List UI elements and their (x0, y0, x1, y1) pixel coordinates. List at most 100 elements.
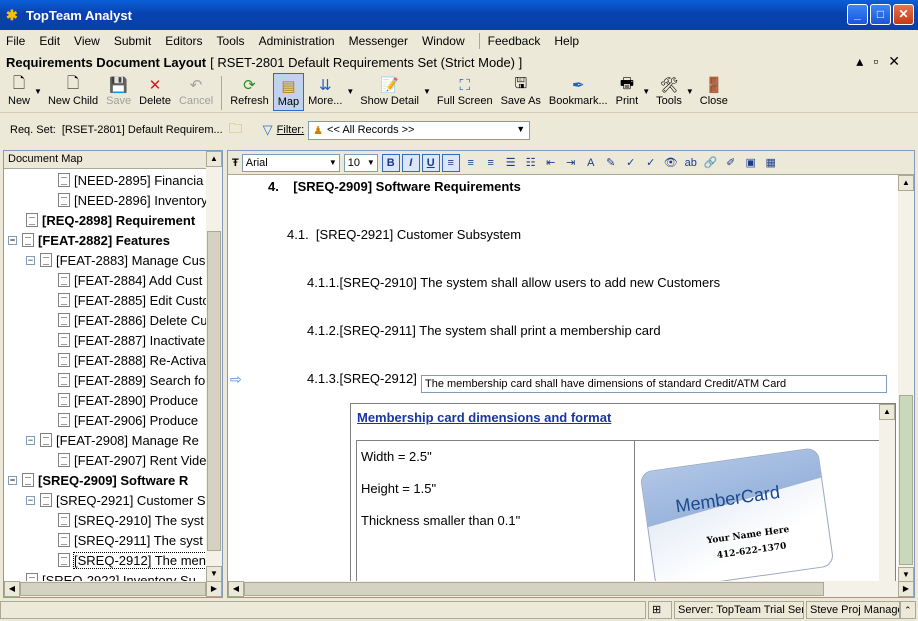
req-set-value[interactable]: [RSET-2801] Default Requirem... (62, 124, 223, 136)
tree-item[interactable]: [NEED-2896] Inventory (58, 190, 207, 210)
minimize-button[interactable]: _ (847, 4, 868, 25)
collapse-toggle-icon[interactable]: − (26, 255, 35, 265)
numbered-list-icon[interactable]: ☷ (522, 154, 540, 172)
tree-scroll-thumb[interactable] (207, 231, 221, 551)
tree-item[interactable]: − [FEAT-2883] Manage Cus (26, 250, 205, 270)
new-button[interactable]: 🗋 New (4, 73, 34, 111)
more-button[interactable]: ⇊ More... (304, 73, 346, 111)
align-left-icon[interactable]: ≡ (441, 153, 460, 172)
menu-help[interactable]: Help (554, 34, 579, 48)
editor-scroll-thumb[interactable] (899, 395, 913, 565)
scroll-right-icon[interactable]: ▶ (898, 581, 914, 597)
full-screen-button[interactable]: ⛶ Full Screen (433, 73, 497, 111)
filter-select[interactable]: ♟ << All Records >> ▼ (308, 120, 531, 140)
collapse-toggle-icon[interactable]: − (8, 475, 17, 485)
menu-edit[interactable]: Edit (39, 34, 60, 48)
scroll-up-icon[interactable]: ▲ (879, 404, 895, 420)
collapse-toggle-icon[interactable]: − (26, 435, 35, 445)
tree-item[interactable]: [SREQ-2911] The syst (58, 530, 203, 550)
tools-dropdown-arrow[interactable]: ▼ (686, 87, 694, 96)
collapse-toggle-icon[interactable]: − (26, 495, 35, 505)
tree-item[interactable]: [FEAT-2885] Edit Custo (58, 290, 207, 310)
scroll-down-icon[interactable]: ▼ (206, 566, 222, 582)
requirement-row[interactable]: 4.1.3.[SREQ-2912] (307, 371, 417, 386)
indent-icon[interactable]: ⇥ (562, 154, 580, 172)
font-color-icon[interactable]: A (582, 154, 600, 172)
save-button[interactable]: 💾 Save (102, 73, 135, 111)
delete-button[interactable]: ✕ Delete (135, 73, 175, 111)
tree-vertical-scrollbar[interactable]: ▲ ▼ (206, 151, 222, 582)
refresh-button[interactable]: ⟳ Refresh (226, 73, 273, 111)
menu-file[interactable]: File (6, 34, 25, 48)
close-doc-icon[interactable]: ✕ (888, 53, 910, 69)
tree-item[interactable]: [FEAT-2884] Add Cust (58, 270, 202, 290)
tree-horizontal-scrollbar[interactable]: ◀ ▶ (4, 581, 222, 597)
tree-hscroll-thumb[interactable] (20, 582, 206, 596)
collapse-toggle-icon[interactable]: − (8, 235, 17, 245)
scroll-left-icon[interactable]: ◀ (228, 581, 244, 597)
cancel-button[interactable]: ↶ Cancel (175, 73, 217, 111)
tree-item[interactable]: [REQ-2898] Requirement (26, 210, 195, 230)
maximize-button[interactable]: □ (870, 4, 891, 25)
tree-item[interactable]: [FEAT-2890] Produce (58, 390, 198, 410)
print-button[interactable]: 🖶 Print (612, 73, 643, 111)
print-dropdown-arrow[interactable]: ▼ (642, 87, 650, 96)
scroll-right-icon[interactable]: ▶ (206, 581, 222, 597)
tree-item[interactable]: [FEAT-2887] Inactivate (58, 330, 205, 350)
chevron-up-icon[interactable]: ⌃ (900, 601, 916, 619)
tree-item[interactable]: − [SREQ-2921] Customer S (26, 490, 206, 510)
insert-object-icon[interactable]: ✐ (722, 154, 740, 172)
insert-link-icon[interactable]: 🔗 (702, 154, 720, 172)
tree-item[interactable]: [FEAT-2906] Produce (58, 410, 198, 430)
card-spec-title[interactable]: Membership card dimensions and format (357, 410, 611, 425)
tree-item[interactable]: [FEAT-2907] Rent Vide (58, 450, 206, 470)
menu-submit[interactable]: Submit (114, 34, 151, 48)
map-button[interactable]: ▤ Map (272, 73, 305, 111)
tree-item[interactable]: − [FEAT-2908] Manage Re (26, 430, 199, 450)
more-dropdown-arrow[interactable]: ▼ (346, 87, 354, 96)
bold-icon[interactable]: B (381, 153, 400, 172)
menu-view[interactable]: View (74, 34, 100, 48)
tree-item[interactable]: − [FEAT-2882] Features (8, 230, 170, 250)
tree-item[interactable]: [NEED-2895] Financia (58, 170, 203, 190)
collapse-icon[interactable]: ▴ (856, 53, 873, 69)
requirement-row[interactable]: 4.1.1.[SREQ-2910] The system shall allow… (307, 275, 720, 290)
outdent-icon[interactable]: ⇤ (542, 154, 560, 172)
spellcheck-icon[interactable]: ✓ (622, 154, 640, 172)
scroll-left-icon[interactable]: ◀ (4, 581, 20, 597)
requirement-edit-field[interactable]: The membership card shall have dimension… (421, 375, 887, 393)
font-family-select[interactable]: Arial ▼ (241, 153, 340, 172)
underline-icon[interactable]: U (421, 153, 440, 172)
tools-button[interactable]: 🛠 Tools (652, 73, 686, 111)
new-dropdown-arrow[interactable]: ▼ (34, 87, 42, 96)
requirement-row[interactable]: 4.1.2.[SREQ-2911] The system shall print… (307, 323, 661, 338)
editor-horizontal-scrollbar[interactable]: ◀ ▶ (228, 581, 914, 597)
menu-window[interactable]: Window (422, 34, 465, 48)
tree-item[interactable]: [FEAT-2889] Search fo (58, 370, 205, 390)
menu-editors[interactable]: Editors (165, 34, 202, 48)
editor-vertical-scrollbar[interactable]: ▲ ▼ (898, 175, 914, 583)
menu-tools[interactable]: Tools (217, 34, 245, 48)
bookmark-button[interactable]: ✒ Bookmark... (545, 73, 612, 111)
folder-icon[interactable]: 🗀 (229, 118, 243, 142)
tree-item[interactable]: − [SREQ-2909] Software R (8, 470, 188, 490)
insert-picture-icon[interactable]: ▦ (762, 154, 780, 172)
tree-item[interactable]: [SREQ-2910] The syst (58, 510, 204, 530)
tree-item[interactable]: [FEAT-2888] Re-Activa (58, 350, 206, 370)
font-size-select[interactable]: 10 ▼ (343, 153, 378, 172)
show-detail-dropdown-arrow[interactable]: ▼ (423, 87, 431, 96)
menu-feedback[interactable]: Feedback (488, 34, 541, 48)
restore-icon[interactable]: ▫ (873, 53, 888, 69)
tree-item[interactable]: [SREQ-2912] The men (58, 550, 207, 570)
save-as-button[interactable]: 🖫 Save As (497, 73, 545, 111)
menu-administration[interactable]: Administration (259, 34, 335, 48)
insert-image-icon[interactable]: ▣ (742, 154, 760, 172)
bullet-list-icon[interactable]: ☰ (502, 154, 520, 172)
show-detail-button[interactable]: 📝 Show Detail (356, 73, 423, 111)
scroll-up-icon[interactable]: ▲ (898, 175, 914, 191)
highlight-icon[interactable]: ✎ (602, 154, 620, 172)
align-center-icon[interactable]: ≡ (462, 154, 480, 172)
close-window-button[interactable]: ✕ (893, 4, 914, 25)
card-vertical-scrollbar[interactable]: ▲ (879, 404, 895, 583)
close-button[interactable]: 🚪 Close (696, 73, 732, 111)
